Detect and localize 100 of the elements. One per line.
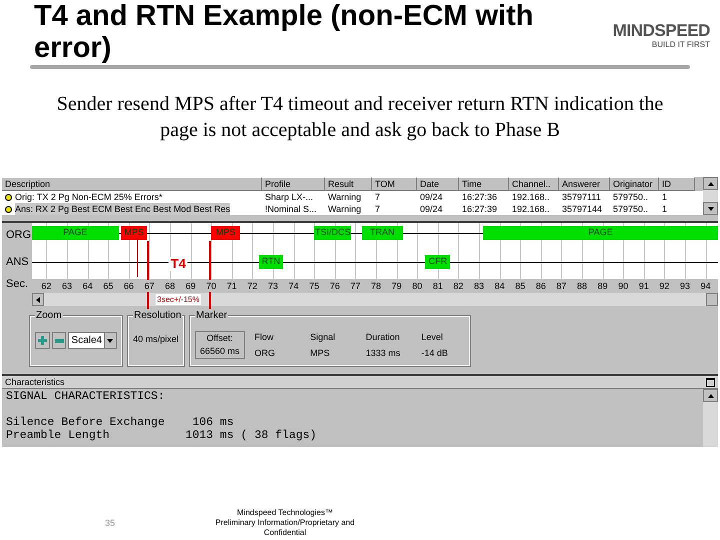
table-cell[interactable]: !Nominal S... <box>265 203 317 215</box>
table-cell[interactable]: Orig: TX 2 Pg Non-ECM 25% Errors* <box>15 191 162 203</box>
table-cell[interactable]: 35797111 <box>562 191 601 203</box>
characteristics-line: Preamble Length 1013 ms ( 38 flags) <box>6 429 318 442</box>
scroll-up-icon[interactable] <box>706 180 714 188</box>
vertical-scrollbar[interactable] <box>703 177 718 215</box>
scroll-up-icon[interactable] <box>706 392 714 400</box>
table-cell[interactable]: 7 <box>375 191 380 203</box>
table-cell[interactable]: 16:27:39 <box>462 203 498 215</box>
table-cell[interactable]: Warning <box>328 191 362 203</box>
tick-label: 91 <box>638 280 650 292</box>
signal-block: RTN <box>258 255 284 269</box>
tick-label: 93 <box>679 280 692 292</box>
column-header[interactable]: Time <box>459 177 509 191</box>
marker-column-label: Level <box>421 331 444 344</box>
footer-text: Mindspeed Technologies™ Preliminary Information/Proprietary and Confidential <box>214 508 356 538</box>
tick-label: 64 <box>82 280 94 292</box>
tick-label: 63 <box>61 280 74 292</box>
tick-label: 90 <box>617 280 630 292</box>
tick-label: 68 <box>164 280 176 292</box>
column-header[interactable]: ID <box>659 177 695 191</box>
table-cell[interactable]: 35797144 <box>562 203 602 215</box>
signal-block: PAGE <box>483 226 718 240</box>
tick-label: 73 <box>267 280 280 292</box>
characteristics-line: Silence Before Exchange 106 ms <box>6 416 235 429</box>
marker-value: MPS <box>310 347 331 360</box>
table-cell[interactable]: 16:27:36 <box>462 191 498 203</box>
tick-label: 94 <box>700 280 712 292</box>
tick-label: 69 <box>184 280 197 292</box>
column-header[interactable]: Originator <box>610 177 659 191</box>
offset-label: Offset: <box>206 332 233 345</box>
lane-label: ORG <box>6 228 32 243</box>
page-number: 35 <box>104 516 116 530</box>
tick-label: 65 <box>102 280 114 292</box>
marker-column-label: Signal <box>310 331 336 344</box>
timer-label: T4 <box>168 257 188 271</box>
table-cell[interactable]: 579750.. <box>613 203 648 215</box>
minus-icon <box>54 338 64 342</box>
column-header[interactable]: TOM <box>372 177 417 191</box>
table-cell[interactable]: Sharp LX-... <box>265 191 314 203</box>
table-cell[interactable]: 192.168.. <box>512 203 550 215</box>
table-cell[interactable]: 579750.. <box>613 191 648 203</box>
table-cell[interactable]: 09/24 <box>420 191 443 203</box>
scroll-down-icon[interactable] <box>706 204 714 212</box>
tick-label: 78 <box>370 280 382 292</box>
marker-value: -14 dB <box>421 347 449 360</box>
marker-value: 1333 ms <box>366 347 402 360</box>
tick-label: 86 <box>534 280 547 292</box>
marker-value: ORG <box>254 347 276 360</box>
scale-dropdown[interactable]: Scale4 <box>68 332 117 349</box>
tick-label: 71 <box>226 280 238 292</box>
tick-label: 84 <box>494 280 506 292</box>
tick-label: 76 <box>328 280 341 292</box>
signal-block: MPS <box>211 226 240 240</box>
signal-block: MPS <box>120 226 148 240</box>
tick-label: 74 <box>288 280 300 292</box>
column-header[interactable]: Channel.. <box>509 177 559 191</box>
tick-label: 82 <box>452 280 464 292</box>
tick-label: 92 <box>658 280 670 292</box>
tick-label: 62 <box>40 280 52 292</box>
tick-label: 77 <box>349 280 362 292</box>
dropdown-arrow-icon[interactable] <box>106 336 114 344</box>
tick-label: 70 <box>205 280 218 292</box>
characteristics-line: SIGNAL CHARACTERISTICS: <box>6 390 166 403</box>
resolution-value: 40 ms/pixel <box>133 334 179 345</box>
logo-tagline: BUILD IT FIRST <box>652 40 710 50</box>
signal-block: TSI/DCS <box>314 226 352 240</box>
column-header[interactable]: Profile <box>262 177 325 191</box>
group-title: Resolution <box>133 309 182 323</box>
offset-value: 66560 ms <box>200 345 240 358</box>
column-header[interactable]: Date <box>417 177 459 191</box>
horizontal-scrollbar[interactable] <box>44 293 718 306</box>
table-cell[interactable]: Ans: RX 2 Pg Best ECM Best Enc Best Mod Best Res <box>15 203 230 215</box>
vertical-scrollbar[interactable] <box>703 389 718 447</box>
marker-column-label: Flow <box>254 331 275 344</box>
signal-block: TRAN <box>362 226 403 240</box>
tick-label: 85 <box>514 280 526 292</box>
table-cell[interactable]: Warning <box>328 203 362 215</box>
column-header[interactable]: Answerer <box>559 177 610 191</box>
tick-label: 87 <box>555 280 568 292</box>
lane-label: ANS <box>6 255 30 270</box>
table-cell[interactable]: 192.168.. <box>512 191 550 203</box>
slide-subtitle: Sender resend MPS after T4 timeout and receiver return RTN indication the page is not acceptable and ask go back to Phase B <box>56 92 664 143</box>
tick-label: 81 <box>432 280 444 292</box>
maximize-icon[interactable] <box>706 378 715 386</box>
table-cell[interactable]: 7 <box>375 203 380 215</box>
tick-label: 79 <box>390 280 403 292</box>
tick-label: 67 <box>143 280 156 292</box>
tick-label: 88 <box>576 280 588 292</box>
cursor-line <box>137 237 138 277</box>
column-header[interactable]: Result <box>325 177 372 191</box>
table-cell[interactable]: 1 <box>662 191 668 203</box>
scroll-left-icon[interactable] <box>34 296 42 304</box>
tick-label: 89 <box>596 280 609 292</box>
table-cell[interactable]: 1 <box>662 203 668 215</box>
table-cell[interactable]: 09/24 <box>420 203 443 215</box>
timer-note: 3sec+/-15% <box>156 294 200 305</box>
column-header[interactable]: Description <box>2 177 262 191</box>
tick-label: 66 <box>122 280 135 292</box>
signal-block: PAGE <box>32 226 119 240</box>
